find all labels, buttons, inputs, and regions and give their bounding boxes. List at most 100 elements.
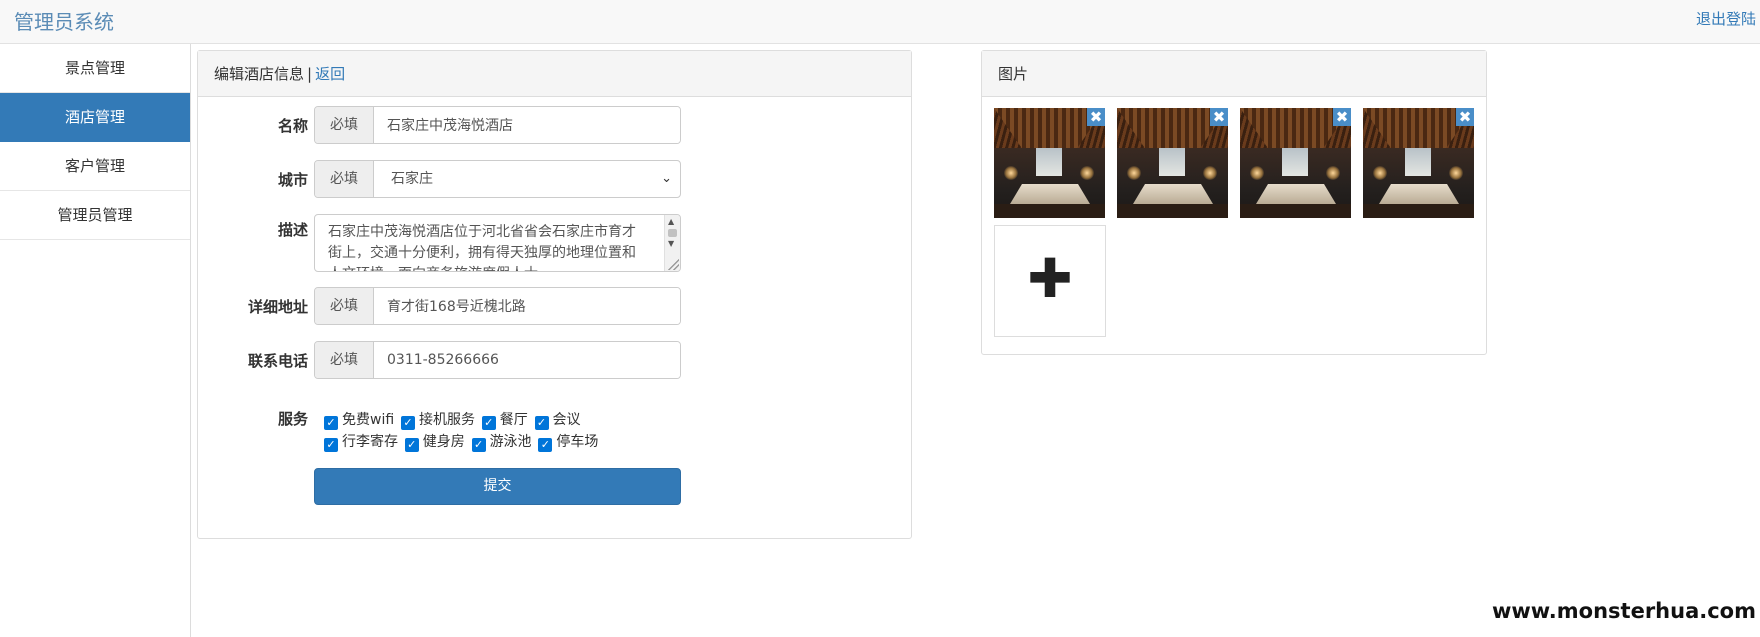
lamp xyxy=(1004,166,1018,180)
service-label: 行李寄存 xyxy=(342,434,398,450)
city-input-group: 必填 石家庄 ⌄ xyxy=(314,160,681,198)
checkbox-checked-icon[interactable]: ✓ xyxy=(481,416,496,430)
phone-input-group: 必填 xyxy=(314,341,681,379)
phone-required-addon: 必填 xyxy=(315,342,374,378)
remove-image-icon[interactable]: ✖ xyxy=(1333,108,1351,126)
images-panel-heading: 图片 xyxy=(982,51,1486,97)
service-checkbox-restaurant[interactable]: ✓ 餐厅 xyxy=(481,408,528,431)
sidebar-item-hotels[interactable]: 酒店管理 xyxy=(0,93,190,142)
lamp xyxy=(1449,166,1463,180)
address-required-addon: 必填 xyxy=(315,288,374,324)
resize-handle-icon[interactable] xyxy=(668,259,679,270)
lamp xyxy=(1250,166,1264,180)
description-text: 石家庄中茂海悦酒店位于河北省省会石家庄市育才街上，交通十分便利，拥有得天独厚的地… xyxy=(328,224,636,271)
description-textarea[interactable]: 石家庄中茂海悦酒店位于河北省省会石家庄市育才街上，交通十分便利，拥有得天独厚的地… xyxy=(314,214,681,272)
remove-image-icon[interactable]: ✖ xyxy=(1456,108,1474,126)
service-label: 停车场 xyxy=(556,434,599,450)
description-label: 描述 xyxy=(277,221,308,239)
lamp xyxy=(1127,166,1141,180)
service-label: 游泳池 xyxy=(489,434,532,450)
heading-separator: | xyxy=(307,65,313,83)
lamp xyxy=(1326,166,1340,180)
phone-label: 联系电话 xyxy=(247,352,308,370)
checkbox-checked-icon[interactable]: ✓ xyxy=(400,416,415,430)
floor xyxy=(1240,204,1351,218)
scroll-down-icon[interactable]: ▼ xyxy=(668,239,674,248)
sidebar-item-scenic-spots[interactable]: 景点管理 xyxy=(0,44,190,93)
remove-image-icon[interactable]: ✖ xyxy=(1087,108,1105,126)
checkbox-checked-icon[interactable]: ✓ xyxy=(471,438,486,452)
checkbox-checked-icon[interactable]: ✓ xyxy=(538,438,553,452)
chevron-down-icon: ⌄ xyxy=(661,171,672,186)
address-input[interactable] xyxy=(374,288,680,324)
lamp xyxy=(1203,166,1217,180)
service-checkbox-gym[interactable]: ✓ 健身房 xyxy=(404,430,465,453)
remove-image-icon[interactable]: ✖ xyxy=(1210,108,1228,126)
checkbox-checked-icon[interactable]: ✓ xyxy=(534,416,549,430)
bed xyxy=(1133,184,1213,204)
window xyxy=(1282,148,1308,176)
add-image-button[interactable]: ✚ xyxy=(994,225,1106,337)
hotel-image-3[interactable]: ✖ xyxy=(1240,108,1351,218)
sidebar-item-customers[interactable]: 客户管理 xyxy=(0,142,190,191)
images-panel-title: 图片 xyxy=(998,65,1029,83)
top-navbar: 管理员系统 退出登陆 xyxy=(0,0,1760,44)
edit-panel-title: 编辑酒店信息 xyxy=(214,65,305,83)
logout-link[interactable]: 退出登陆 xyxy=(1696,8,1756,29)
service-checkbox-luggage[interactable]: ✓ 行李寄存 xyxy=(324,430,398,453)
services-line-2: ✓ 行李寄存 ✓ 健身房 ✓ 游泳池 ✓ 停车场 xyxy=(324,430,600,452)
submit-button[interactable]: 提交 xyxy=(314,468,681,505)
floor xyxy=(994,204,1105,218)
service-checkbox-parking[interactable]: ✓ 停车场 xyxy=(538,430,598,453)
services-checkbox-group: ✓ 免费wifi ✓ 接机服务 ✓ 餐厅 ✓ 会议 ✓ 行李寄存 ✓ 健身房 ✓ 游泳池 ✓ 停… xyxy=(324,408,600,452)
bed xyxy=(1256,184,1336,204)
city-label: 城市 xyxy=(277,171,308,189)
hotel-image-1[interactable]: ✖ xyxy=(994,108,1105,218)
service-checkbox-pickup[interactable]: ✓ 接机服务 xyxy=(400,408,475,431)
name-input-group: 必填 xyxy=(314,106,681,144)
checkbox-checked-icon[interactable]: ✓ xyxy=(324,416,338,430)
services-line-1: ✓ 免费wifi ✓ 接机服务 ✓ 餐厅 ✓ 会议 xyxy=(324,408,600,430)
window xyxy=(1036,148,1062,176)
checkbox-checked-icon[interactable]: ✓ xyxy=(404,438,419,452)
service-label: 会议 xyxy=(552,412,581,428)
service-label: 接机服务 xyxy=(418,412,475,428)
floor xyxy=(1117,204,1228,218)
address-label: 详细地址 xyxy=(247,298,308,316)
scroll-up-icon[interactable]: ▲ xyxy=(668,217,674,226)
edit-hotel-panel: 编辑酒店信息|返回 名称 必填 城市 必填 石家庄 ⌄ 描述 石家庄中茂海悦酒店… xyxy=(197,50,912,539)
service-checkbox-wifi[interactable]: ✓ 免费wifi xyxy=(324,408,394,431)
service-checkbox-meeting[interactable]: ✓ 会议 xyxy=(534,408,581,431)
name-label: 名称 xyxy=(277,117,308,135)
name-required-addon: 必填 xyxy=(315,107,374,143)
lamp xyxy=(1080,166,1094,180)
city-select-value: 石家庄 xyxy=(391,171,433,187)
bed xyxy=(1010,184,1090,204)
window xyxy=(1159,148,1185,176)
services-label: 服务 xyxy=(277,410,308,428)
sidebar: 景点管理 酒店管理 客户管理 管理员管理 xyxy=(0,44,191,637)
lamp xyxy=(1373,166,1387,180)
images-panel: 图片 ✖ ✖ ✖ ✖ ✚ xyxy=(981,50,1487,355)
back-link[interactable]: 返回 xyxy=(315,65,345,83)
edit-panel-heading: 编辑酒店信息 | 返回 xyxy=(198,51,911,97)
window xyxy=(1405,148,1431,176)
hotel-image-2[interactable]: ✖ xyxy=(1117,108,1228,218)
city-select[interactable]: 石家庄 ⌄ xyxy=(374,161,680,197)
phone-input[interactable] xyxy=(374,342,680,378)
brand-title[interactable]: 管理员系统 xyxy=(14,6,114,35)
service-label: 餐厅 xyxy=(499,412,528,428)
floor xyxy=(1363,204,1474,218)
checkbox-checked-icon[interactable]: ✓ xyxy=(324,438,338,452)
name-input[interactable] xyxy=(374,107,680,143)
city-required-addon: 必填 xyxy=(315,161,374,197)
hotel-image-4[interactable]: ✖ xyxy=(1363,108,1474,218)
scroll-thumb[interactable] xyxy=(668,229,677,237)
service-label: 免费wifi xyxy=(342,412,395,428)
sidebar-item-admins[interactable]: 管理员管理 xyxy=(0,191,190,240)
watermark: www.monsterhua.com xyxy=(1491,599,1756,623)
bed xyxy=(1379,184,1459,204)
address-input-group: 必填 xyxy=(314,287,681,325)
plus-icon: ✚ xyxy=(1027,247,1073,310)
service-checkbox-pool[interactable]: ✓ 游泳池 xyxy=(471,430,532,453)
